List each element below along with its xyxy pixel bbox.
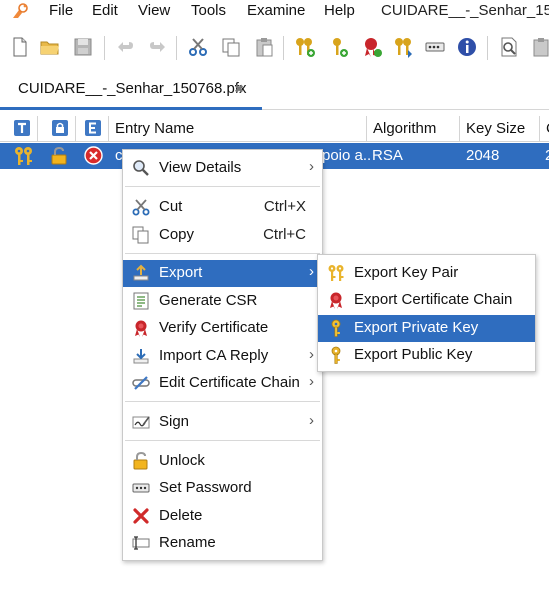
toolbar-separator [283,36,284,60]
menu-item-export-key-pair[interactable]: Export Key Pair [318,260,535,287]
column-header-expiry[interactable] [76,116,109,142]
password-field-icon [132,483,150,493]
column-header-entry-name[interactable]: Entry Name [109,116,367,142]
menu-item-export-private-key[interactable]: Export Private Key [318,315,535,342]
menu-item-import-ca-reply[interactable]: Import CA Reply › [123,343,322,370]
chevron-right-icon: › [309,373,314,390]
menu-separator [125,186,320,187]
menu-tools[interactable]: Tools [191,2,226,19]
private-key-icon [331,319,341,337]
shortcut-label: Ctrl+C [263,226,306,243]
certificate-seal-icon [135,320,147,337]
undo-icon[interactable] [115,36,137,58]
menu-item-export-public-key[interactable]: Export Public Key [318,342,535,369]
csr-document-icon [133,292,149,310]
certificate-seal-icon [330,292,342,309]
import-key-pair-icon[interactable] [393,36,415,58]
algorithm-cell: RSA [372,147,403,164]
menu-item-generate-csr[interactable]: Generate CSR [123,288,322,315]
menu-edit[interactable]: Edit [92,2,118,19]
column-header-key-size[interactable]: Key Size [460,116,540,142]
menu-item-unlock[interactable]: Unlock [123,448,322,475]
toolbar-separator [487,36,488,60]
copy-icon[interactable] [220,36,242,58]
key-pair-icon [328,265,344,281]
toolbar-separator [104,36,105,60]
toolbar [0,30,549,66]
chevron-right-icon: › [309,412,314,429]
column-header-lock[interactable] [38,116,76,142]
keystore-tab-bar: CUIDARE__-_Senhar_150768.pfx ✖ [0,74,549,110]
open-folder-icon[interactable] [39,36,61,58]
generate-secret-key-icon[interactable] [328,36,350,58]
tab-label: CUIDARE__-_Senhar_150768.pfx [18,80,247,97]
magnifier-icon [133,160,149,176]
menu-help[interactable]: Help [324,2,355,19]
menu-separator [125,253,320,254]
import-trusted-certificate-icon[interactable] [361,36,383,58]
app-logo-icon [13,3,28,18]
column-header-next[interactable]: C [540,116,549,142]
menu-item-cut[interactable]: Cut Ctrl+X [123,194,322,221]
chevron-right-icon: › [309,346,314,363]
menu-item-sign[interactable]: Sign › [123,409,322,436]
paste-icon[interactable] [253,36,275,58]
entry-name-end: poio a.. [322,147,372,164]
save-icon[interactable] [72,36,94,58]
chevron-right-icon: › [309,158,314,175]
edit-chain-icon [132,376,150,390]
properties-icon[interactable] [456,36,478,58]
scissors-icon [132,199,150,216]
context-menu: View Details › Cut Ctrl+X Copy Ctrl+C Ex… [122,149,323,561]
unlocked-padlock-icon [51,147,67,165]
tab-keystore[interactable]: CUIDARE__-_Senhar_150768.pfx ✖ [0,74,262,110]
examine-clipboard-icon[interactable] [530,36,549,58]
menu-separator [125,401,320,402]
table-header: Entry Name Algorithm Key Size C [0,116,549,142]
sign-pen-icon [132,416,150,429]
examine-file-icon[interactable] [498,36,520,58]
export-icon [133,264,149,281]
menu-item-export-certificate-chain[interactable]: Export Certificate Chain [318,287,535,314]
cut-icon[interactable] [187,36,209,58]
column-header-type[interactable] [0,116,38,142]
chevron-right-icon: › [309,263,314,280]
new-file-icon[interactable] [9,36,31,58]
menu-view[interactable]: View [138,2,170,19]
menu-examine[interactable]: Examine [247,2,305,19]
shortcut-label: Ctrl+X [263,198,306,215]
menu-item-set-password[interactable]: Set Password [123,475,322,502]
window-title: CUIDARE__-_Senhar_1507 [381,2,549,19]
lock-column-icon [52,120,68,136]
copy-icon [132,226,149,244]
toolbar-separator [176,36,177,60]
menu-item-rename[interactable]: Rename [123,530,322,557]
rename-icon [132,536,150,550]
delete-x-icon [133,508,149,524]
menu-item-export[interactable]: Export › [123,260,322,287]
menu-item-view-details[interactable]: View Details › [123,155,322,182]
generate-key-pair-icon[interactable] [294,36,316,58]
menu-item-edit-certificate-chain[interactable]: Edit Certificate Chain › [123,370,322,397]
menu-bar: File Edit View Tools Examine Help CUIDAR… [0,0,549,22]
key-size-cell: 2048 [466,147,500,164]
column-header-algorithm[interactable]: Algorithm [367,116,460,142]
expiry-column-icon [85,120,101,136]
redo-icon[interactable] [146,36,168,58]
menu-separator [125,440,320,441]
public-key-icon [331,346,341,364]
type-column-icon [14,120,30,136]
menu-item-delete[interactable]: Delete [123,503,322,530]
next-column-cell: 2 [545,147,549,164]
menu-item-verify-certificate[interactable]: Verify Certificate [123,315,322,342]
close-icon[interactable]: ✖ [234,82,244,96]
menu-item-copy[interactable]: Copy Ctrl+C [123,222,322,249]
unlocked-padlock-icon [133,452,148,470]
expired-status-icon [84,146,103,165]
menu-file[interactable]: File [49,2,73,19]
key-pair-icon [15,147,32,165]
import-icon [133,349,149,364]
export-submenu: Export Key Pair Export Certificate Chain… [317,254,536,372]
set-password-icon[interactable] [424,36,446,58]
